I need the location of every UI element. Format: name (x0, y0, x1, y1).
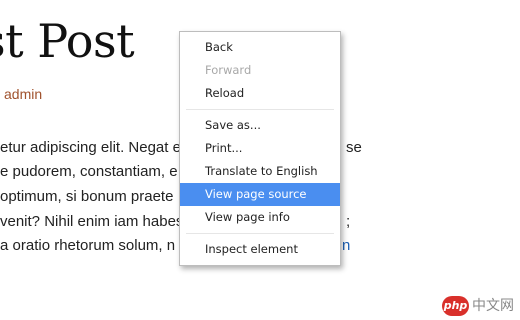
post-excerpt-tail: se (346, 139, 362, 156)
post-excerpt-line: a oratio rhetorum solum, n (0, 237, 176, 254)
post-inline-link[interactable]: n (342, 237, 350, 254)
menu-item-view-page-source[interactable]: View page source (180, 183, 340, 206)
browser-context-menu: Back Forward Reload Save as... Print... Trans… (179, 31, 341, 266)
post-excerpt-line: e pudorem, constantiam, e (0, 163, 178, 180)
post-excerpt-tail: ; (346, 213, 351, 230)
menu-item-back[interactable]: Back (180, 36, 340, 59)
post-author-link[interactable]: admin (4, 86, 42, 102)
menu-separator (186, 233, 334, 234)
post-excerpt-tail-link[interactable]: n (342, 237, 350, 254)
post-excerpt-line: venit? Nihil enim iam habes (0, 213, 184, 230)
post-excerpt-line: etur adipiscing elit. Negat e (0, 139, 181, 156)
post-excerpt-line: optimum, si bonum praete (0, 188, 174, 205)
menu-item-print[interactable]: Print... (180, 137, 340, 160)
menu-item-view-page-info[interactable]: View page info (180, 206, 340, 229)
site-watermark: php 中文网 (440, 295, 520, 320)
menu-item-translate-to-english[interactable]: Translate to English (180, 160, 340, 183)
menu-item-forward: Forward (205, 63, 252, 77)
menu-item-inspect-element[interactable]: Inspect element (180, 238, 340, 261)
menu-item-save-as[interactable]: Save as... (180, 114, 340, 137)
menu-separator (186, 109, 334, 110)
watermark-text: 中文网 (472, 298, 514, 314)
post-title: st Post (0, 14, 135, 68)
php-logo: php (442, 296, 469, 316)
menu-item-reload[interactable]: Reload (180, 82, 340, 105)
